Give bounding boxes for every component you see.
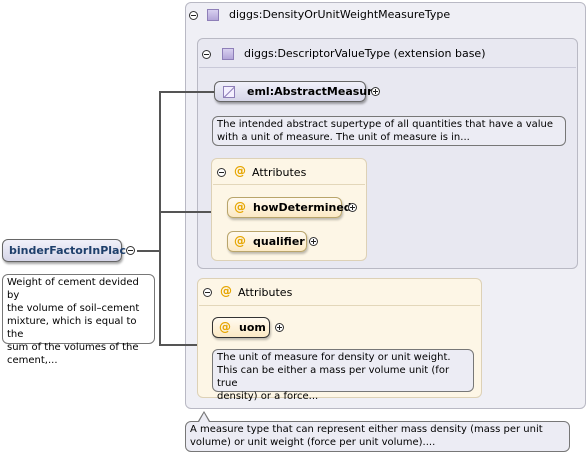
doc-line: The unit of measure for density or unit … [217,352,451,363]
doc-line: sum of the volumes of the [7,342,139,353]
doc-line: A measure type that can represent either… [190,424,543,435]
attribute-icon: @ [234,234,246,248]
doc-line: mixture, which is equal to the [7,316,137,340]
attribute-name: qualifier [253,235,305,248]
abstract-measure-expand-toggle[interactable] [371,87,380,96]
connector-line [159,211,212,213]
root-element-doc: Weight of cement devided by the volume o… [2,274,155,366]
base-attributes-divider [213,184,365,185]
attributes-icon: @ [220,284,232,298]
doc-line: volume) or unit weight (force per unit v… [190,437,436,448]
base-attributes-heading: Attributes [252,166,307,179]
abstract-measure-box[interactable]: eml:AbstractMeasure [214,81,380,102]
doc-line: cement,... [7,355,58,366]
doc-line: the volume of soil–cement [7,303,140,314]
abstract-measure-name: eml:AbstractMeasure [247,85,381,98]
attributes-icon: @ [234,164,246,178]
connector-line [159,91,214,93]
root-element-collapse-toggle[interactable] [126,246,135,255]
doc-line: with a unit of measure. The unit of meas… [217,132,470,143]
base-type-divider [199,67,576,68]
uom-expand-toggle[interactable] [275,323,284,332]
outer-type-collapse-toggle[interactable] [189,11,198,20]
attribute-box-qualifier[interactable]: @ qualifier [227,231,307,252]
root-element-box[interactable]: binderFactorInPlace [2,239,133,262]
complex-type-icon [207,9,219,21]
attribute-box-howdetermined[interactable]: @ howDetermined [227,197,352,218]
attribute-icon: @ [234,200,246,214]
doc-line: Weight of cement devided by [7,277,139,301]
abstract-measure-doc: The intended abstract supertype of all q… [212,116,566,146]
root-element-name: binderFactorInPlace [9,244,134,257]
qualifier-expand-toggle[interactable] [309,237,318,246]
ext-attributes-divider [199,305,480,306]
attribute-name: howDetermined [253,201,352,214]
doc-line: This can be either a mass per volume uni… [217,365,450,389]
attribute-name: uom [239,321,266,334]
base-type-label: diggs:DescriptorValueType (extension bas… [244,47,486,60]
outer-type-doc: A measure type that can represent either… [185,421,570,452]
outer-type-label: diggs:DensityOrUnitWeightMeasureType [229,8,451,21]
abstract-element-icon [223,86,235,98]
connector-line [137,250,159,252]
howdetermined-expand-toggle[interactable] [348,203,357,212]
doc-line: The intended abstract supertype of all q… [217,119,554,130]
ext-attributes-heading: Attributes [238,286,293,299]
attribute-icon: @ [219,320,231,334]
base-attributes-collapse-toggle[interactable] [217,168,226,177]
ext-attributes-collapse-toggle[interactable] [203,288,212,297]
connector-line [159,91,161,346]
base-type-collapse-toggle[interactable] [202,50,211,59]
uom-doc: The unit of measure for density or unit … [212,349,474,402]
attribute-box-uom[interactable]: @ uom [212,317,270,338]
doc-pointer [199,413,209,422]
doc-line: density) or a force... [217,391,319,402]
complex-type-icon [222,48,234,60]
